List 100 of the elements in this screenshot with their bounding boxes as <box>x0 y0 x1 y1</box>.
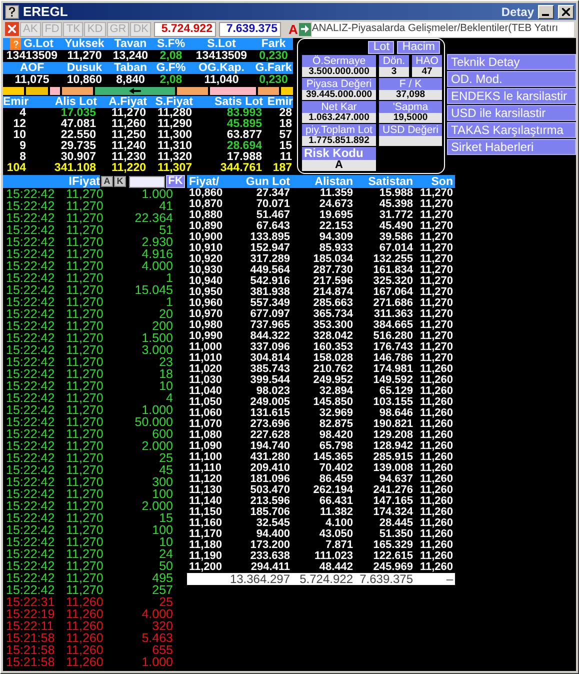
table-cell-text: 209.410 <box>249 463 290 474</box>
menu-button[interactable]: OD. Mod. <box>447 71 576 87</box>
field-label: Ö.Sermaye <box>302 55 376 67</box>
unit-button[interactable]: Hacim <box>397 41 440 54</box>
arrow-icon[interactable] <box>298 22 311 36</box>
table-cell-text: 70.402 <box>318 463 353 474</box>
table-cell-text: 353.300 <box>312 320 353 331</box>
table-cell-text: 11,270 <box>418 353 453 364</box>
table-cell-text: 43.050 <box>318 529 353 540</box>
table-cell-text: 160.353 <box>312 342 353 353</box>
trade-lot: 495 <box>151 572 173 584</box>
trade-lot: 257 <box>151 584 173 596</box>
table-cell-text: 98.023 <box>255 386 290 397</box>
trade-time: 15:22:42 <box>6 392 56 404</box>
total-cell-text: – <box>445 573 453 585</box>
table-cell-text: 11,010 <box>188 353 224 364</box>
field-label: F / K <box>379 78 442 90</box>
trade-price: 11,270 <box>66 524 104 536</box>
stat-label: Dusuk <box>66 62 104 74</box>
close-icon[interactable] <box>562 8 570 16</box>
table-cell-text: 365.734 <box>312 309 353 320</box>
table-cell-text: 98.646 <box>378 408 413 419</box>
trade-time: 15:22:42 <box>6 368 56 380</box>
table-cell-text: 542.916 <box>249 276 290 287</box>
trade-price: 11,270 <box>66 428 104 440</box>
table-cell-text: 11,260 <box>418 397 453 408</box>
total-cell-text: 341.108 <box>53 163 97 174</box>
table-cell-text: 285.915 <box>372 452 413 463</box>
table-cell-text: 214.874 <box>312 287 353 298</box>
table-cell-text: 82.875 <box>318 419 353 430</box>
trade-time: 15:22:42 <box>6 452 56 464</box>
trade-time: 15:21:58 <box>6 656 56 668</box>
table-cell-text: 11,170 <box>188 529 224 540</box>
table-cell-text: 227.628 <box>249 430 290 441</box>
table-cell-text: 449.564 <box>249 265 290 276</box>
trade-price: 11,270 <box>66 260 104 272</box>
menu-button[interactable]: Teknik Detay <box>447 54 576 70</box>
table-cell-text: 131.615 <box>249 408 290 419</box>
trade-lot: 24 <box>158 548 173 560</box>
trade-lot: 1.000 <box>140 404 173 416</box>
trade-lot: 22.364 <box>134 212 173 224</box>
filter-button[interactable]: FK <box>166 175 185 188</box>
table-cell-text: 7.871 <box>324 540 353 551</box>
table-cell-text: 8 <box>20 152 27 164</box>
stat-label: S.Lot <box>206 38 237 50</box>
trade-price: 11,270 <box>66 188 104 200</box>
table-cell-text: 11,030 <box>188 375 224 386</box>
table-cell-text: 11,050 <box>188 397 224 408</box>
menu-button[interactable]: USD ile karsilastir <box>447 105 576 121</box>
stat-value: 0,230 <box>258 50 289 62</box>
table-cell-text: 24.673 <box>318 199 353 210</box>
close-button[interactable] <box>558 4 574 18</box>
help-icon[interactable] <box>5 4 19 18</box>
filter-button[interactable]: K <box>114 176 126 187</box>
trade-time: 15:22:42 <box>6 380 56 392</box>
trade-price: 11,270 <box>66 500 104 512</box>
minimize-button[interactable] <box>538 4 554 18</box>
stat-value: 13413509 <box>5 50 59 62</box>
table-cell-text: 11,260 <box>418 562 453 573</box>
trade-lot: 4 <box>165 392 173 404</box>
filter-button[interactable]: A <box>101 176 113 187</box>
table-cell-text: 11,260 <box>418 474 453 485</box>
stat-value: 0,230 <box>258 74 289 86</box>
table-cell-text: 17.035 <box>60 108 97 120</box>
trade-time: 15:22:42 <box>6 188 56 200</box>
table-cell-text: 22.153 <box>318 221 353 232</box>
trade-price: 11,270 <box>66 356 104 368</box>
trade-lot: 100 <box>151 524 173 536</box>
table-cell-text: 174.981 <box>372 364 413 375</box>
trade-price: 11,270 <box>66 200 104 212</box>
trade-lot: 1 <box>165 296 173 308</box>
table-cell-text: 11,260 <box>418 408 453 419</box>
trade-price: 11,270 <box>66 560 104 572</box>
table-cell-text: 11,270 <box>418 309 453 320</box>
news-ticker: ANALIZ-Piyasalarda Gelişmeler/Beklentiler(TEB Yatırı <box>312 22 574 36</box>
table-cell-text: 11,240 <box>110 141 147 152</box>
bid-total-field: 5.724.922 <box>154 22 216 36</box>
trade-time: 15:21:58 <box>6 644 56 656</box>
filter-field[interactable] <box>129 176 165 188</box>
trade-time: 15:22:42 <box>6 416 56 428</box>
table-cell-text: 262.194 <box>312 485 353 496</box>
table-cell-text: 161.834 <box>372 265 413 276</box>
field-label: HAO <box>412 55 442 67</box>
trade-price: 11,270 <box>66 248 104 260</box>
table-cell-text: 10,940 <box>188 276 224 287</box>
table-cell-text: 11,260 <box>418 518 453 529</box>
table-cell-text: 11,310 <box>156 141 193 152</box>
menu-button[interactable]: ENDEKS le karsilastir <box>447 88 576 104</box>
trade-lot: 2.000 <box>140 500 173 512</box>
trade-price: 11,260 <box>66 596 104 608</box>
table-cell-text: 67.014 <box>378 243 413 254</box>
unit-button[interactable]: Lot <box>368 41 394 54</box>
column-header: IFiyat <box>3 175 100 188</box>
column-header: Satis Lot <box>213 96 263 108</box>
menu-button[interactable]: TAKAS Karşılaştırma <box>447 122 576 138</box>
trade-lot: 4.000 <box>140 608 173 620</box>
trade-lot: 200 <box>151 320 173 332</box>
menu-button[interactable]: Sirket Haberleri <box>447 139 576 155</box>
table-cell-text: 431.280 <box>249 452 290 463</box>
trade-price: 11,270 <box>66 476 104 488</box>
